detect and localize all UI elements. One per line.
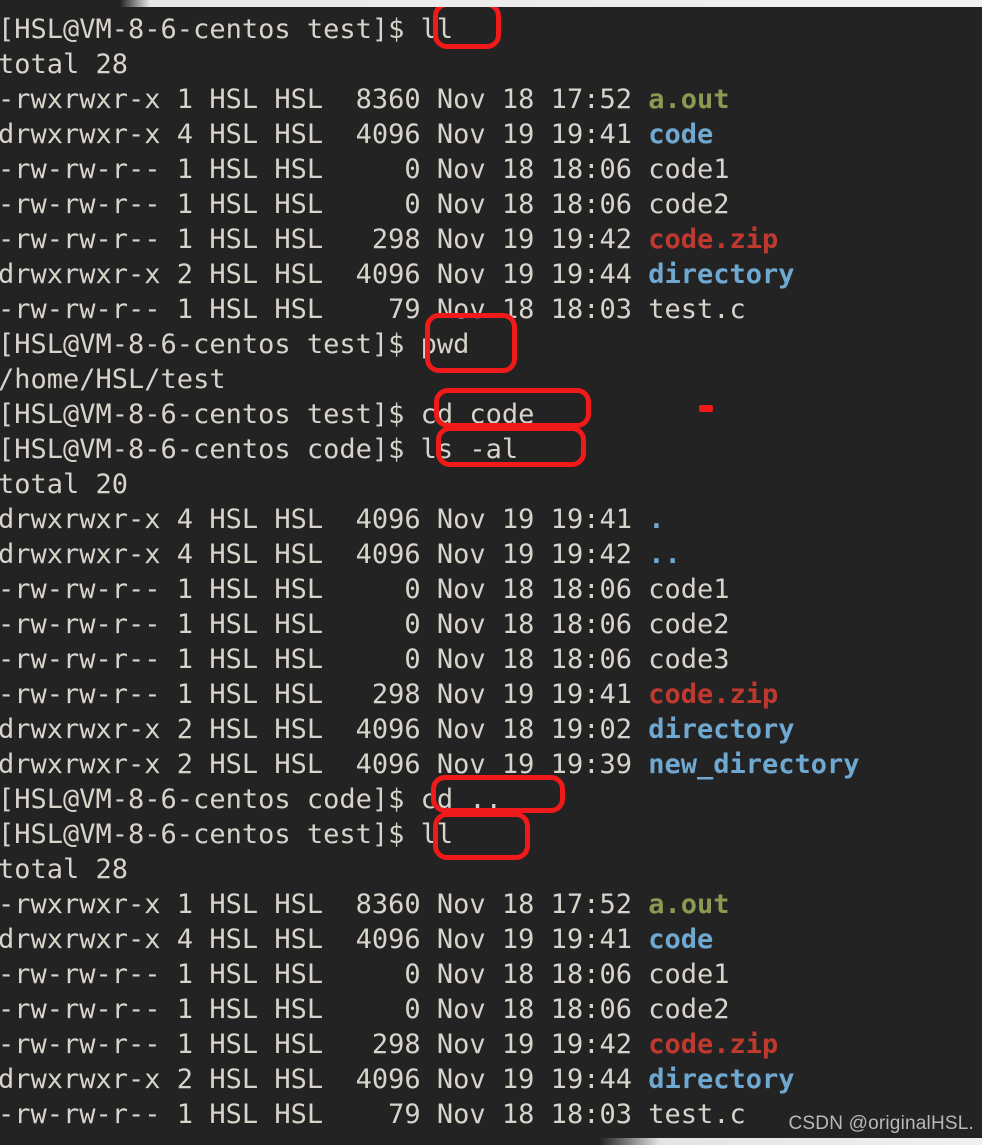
file-listing-row: -rw-rw-r-- 1 HSL HSL 0 Nov 18 18:06 code… <box>0 642 730 677</box>
output-text: total 20 <box>0 469 129 500</box>
file-metadata: drwxrwxr-x 4 HSL HSL 4096 Nov 19 19:42 <box>0 539 649 570</box>
shell-prompt: [HSL@VM-8-6-centos code]$ <box>0 784 421 815</box>
terminal-output-area[interactable]: [HSL@VM-8-6-centos test]$ ll total 28 -rwx… <box>0 7 982 1138</box>
file-name[interactable]: code1 <box>648 574 729 605</box>
file-name[interactable]: code1 <box>648 154 729 185</box>
file-name[interactable]: code2 <box>648 994 729 1025</box>
file-metadata: -rwxrwxr-x 1 HSL HSL 8360 Nov 18 17:52 <box>0 84 649 115</box>
file-name[interactable]: new_directory <box>648 749 859 780</box>
file-listing-row: -rw-rw-r-- 1 HSL HSL 0 Nov 18 18:06 code… <box>0 572 730 607</box>
shell-prompt: [HSL@VM-8-6-centos test]$ <box>0 14 421 45</box>
shell-prompt: [HSL@VM-8-6-centos test]$ <box>0 819 421 850</box>
file-metadata: -rw-rw-r-- 1 HSL HSL 0 Nov 18 18:06 <box>0 189 649 220</box>
file-metadata: -rw-rw-r-- 1 HSL HSL 0 Nov 18 18:06 <box>0 154 649 185</box>
file-name[interactable]: test.c <box>648 294 746 325</box>
file-listing-row: -rw-rw-r-- 1 HSL HSL 0 Nov 18 18:06 code… <box>0 607 730 642</box>
terminal-output-line: total 20 <box>0 467 128 502</box>
page-edge-strip-bottom <box>0 1138 982 1145</box>
file-listing-row: -rw-rw-r-- 1 HSL HSL 298 Nov 19 19:42 co… <box>0 222 778 257</box>
output-text: total 28 <box>0 49 129 80</box>
terminal-output-line: total 28 <box>0 852 128 887</box>
file-name[interactable]: code2 <box>648 609 729 640</box>
output-text: total 28 <box>0 854 129 885</box>
file-name[interactable]: directory <box>648 1064 794 1095</box>
file-name[interactable]: code.zip <box>648 679 778 710</box>
file-metadata: -rwxrwxr-x 1 HSL HSL 8360 Nov 18 17:52 <box>0 889 649 920</box>
file-listing-row: -rw-rw-r-- 1 HSL HSL 298 Nov 19 19:41 co… <box>0 677 778 712</box>
output-text: /home/HSL/test <box>0 364 226 395</box>
file-metadata: -rw-rw-r-- 1 HSL HSL 79 Nov 18 18:03 <box>0 1099 649 1130</box>
file-metadata: -rw-rw-r-- 1 HSL HSL 0 Nov 18 18:06 <box>0 959 649 990</box>
file-name[interactable]: code.zip <box>648 224 778 255</box>
file-name[interactable]: .. <box>648 539 681 570</box>
file-listing-row: drwxrwxr-x 4 HSL HSL 4096 Nov 19 19:41 c… <box>0 922 713 957</box>
file-name[interactable]: code.zip <box>648 1029 778 1060</box>
file-listing-row: drwxrwxr-x 4 HSL HSL 4096 Nov 19 19:41 c… <box>0 117 713 152</box>
file-metadata: -rw-rw-r-- 1 HSL HSL 0 Nov 18 18:06 <box>0 609 649 640</box>
file-name[interactable]: code <box>648 924 713 955</box>
file-name[interactable]: code1 <box>648 959 729 990</box>
terminal-prompt-line: [HSL@VM-8-6-centos test]$ ll <box>0 12 453 47</box>
file-listing-row: drwxrwxr-x 2 HSL HSL 4096 Nov 19 19:44 d… <box>0 1062 795 1097</box>
shell-prompt: [HSL@VM-8-6-centos code]$ <box>0 434 421 465</box>
terminal-prompt-line: [HSL@VM-8-6-centos code]$ ls -al <box>0 432 518 467</box>
file-name[interactable]: test.c <box>648 1099 746 1130</box>
file-listing-row: -rw-rw-r-- 1 HSL HSL 79 Nov 18 18:03 tes… <box>0 292 746 327</box>
file-metadata: drwxrwxr-x 2 HSL HSL 4096 Nov 19 19:44 <box>0 259 649 290</box>
shell-command[interactable]: ll <box>421 819 454 850</box>
file-listing-row: drwxrwxr-x 2 HSL HSL 4096 Nov 19 19:44 d… <box>0 257 795 292</box>
file-name[interactable]: code3 <box>648 644 729 675</box>
file-name[interactable]: code <box>648 119 713 150</box>
file-metadata: -rw-rw-r-- 1 HSL HSL 298 Nov 19 19:42 <box>0 1029 649 1060</box>
file-metadata: drwxrwxr-x 4 HSL HSL 4096 Nov 19 19:41 <box>0 119 649 150</box>
shell-prompt: [HSL@VM-8-6-centos test]$ <box>0 399 421 430</box>
shell-command[interactable]: ls -al <box>421 434 519 465</box>
file-listing-row: -rwxrwxr-x 1 HSL HSL 8360 Nov 18 17:52 a… <box>0 887 730 922</box>
file-listing-row: -rw-rw-r-- 1 HSL HSL 0 Nov 18 18:06 code… <box>0 187 730 222</box>
terminal-output-line: /home/HSL/test <box>0 362 226 397</box>
file-metadata: -rw-rw-r-- 1 HSL HSL 298 Nov 19 19:41 <box>0 679 649 710</box>
file-listing-row: -rw-rw-r-- 1 HSL HSL 0 Nov 18 18:06 code… <box>0 992 730 1027</box>
file-name[interactable]: code2 <box>648 189 729 220</box>
shell-prompt: [HSL@VM-8-6-centos test]$ <box>0 329 421 360</box>
shell-command[interactable]: ll <box>421 14 454 45</box>
file-metadata: drwxrwxr-x 4 HSL HSL 4096 Nov 19 19:41 <box>0 504 649 535</box>
file-metadata: drwxrwxr-x 2 HSL HSL 4096 Nov 19 19:39 <box>0 749 649 780</box>
file-listing-row: -rw-rw-r-- 1 HSL HSL 0 Nov 18 18:06 code… <box>0 957 730 992</box>
file-listing-row: -rw-rw-r-- 1 HSL HSL 298 Nov 19 19:42 co… <box>0 1027 778 1062</box>
terminal-screenshot: [HSL@VM-8-6-centos test]$ ll total 28 -rwx… <box>0 0 982 1145</box>
terminal-prompt-line: [HSL@VM-8-6-centos test]$ ll <box>0 817 453 852</box>
terminal-prompt-line: [HSL@VM-8-6-centos test]$ cd code <box>0 397 534 432</box>
file-name[interactable]: a.out <box>648 84 729 115</box>
file-metadata: -rw-rw-r-- 1 HSL HSL 0 Nov 18 18:06 <box>0 644 649 675</box>
annotation-dot-mark <box>699 405 713 412</box>
file-listing-row: drwxrwxr-x 4 HSL HSL 4096 Nov 19 19:42 .… <box>0 537 681 572</box>
file-listing-row: -rw-rw-r-- 1 HSL HSL 79 Nov 18 18:03 tes… <box>0 1097 746 1132</box>
shell-command[interactable]: cd .. <box>421 784 502 815</box>
terminal-prompt-line: [HSL@VM-8-6-centos code]$ cd .. <box>0 782 502 817</box>
file-listing-row: drwxrwxr-x 4 HSL HSL 4096 Nov 19 19:41 . <box>0 502 664 537</box>
shell-command[interactable]: cd code <box>421 399 535 430</box>
file-listing-row: drwxrwxr-x 2 HSL HSL 4096 Nov 18 19:02 d… <box>0 712 795 747</box>
file-name[interactable]: directory <box>648 259 794 290</box>
terminal-prompt-line: [HSL@VM-8-6-centos test]$ pwd <box>0 327 469 362</box>
file-metadata: drwxrwxr-x 2 HSL HSL 4096 Nov 19 19:44 <box>0 1064 649 1095</box>
file-metadata: drwxrwxr-x 2 HSL HSL 4096 Nov 18 19:02 <box>0 714 649 745</box>
file-metadata: -rw-rw-r-- 1 HSL HSL 79 Nov 18 18:03 <box>0 294 649 325</box>
file-name[interactable]: a.out <box>648 889 729 920</box>
file-metadata: drwxrwxr-x 4 HSL HSL 4096 Nov 19 19:41 <box>0 924 649 955</box>
terminal-output-line: total 28 <box>0 47 128 82</box>
file-metadata: -rw-rw-r-- 1 HSL HSL 0 Nov 18 18:06 <box>0 994 649 1025</box>
file-listing-row: drwxrwxr-x 2 HSL HSL 4096 Nov 19 19:39 n… <box>0 747 860 782</box>
file-listing-row: -rw-rw-r-- 1 HSL HSL 0 Nov 18 18:06 code… <box>0 152 730 187</box>
page-edge-strip-top <box>0 0 982 7</box>
csdn-watermark: CSDN @originalHSL. <box>788 1113 974 1134</box>
shell-command[interactable]: pwd <box>421 329 470 360</box>
file-name[interactable]: . <box>648 504 664 535</box>
file-metadata: -rw-rw-r-- 1 HSL HSL 298 Nov 19 19:42 <box>0 224 649 255</box>
file-listing-row: -rwxrwxr-x 1 HSL HSL 8360 Nov 18 17:52 a… <box>0 82 730 117</box>
file-metadata: -rw-rw-r-- 1 HSL HSL 0 Nov 18 18:06 <box>0 574 649 605</box>
file-name[interactable]: directory <box>648 714 794 745</box>
